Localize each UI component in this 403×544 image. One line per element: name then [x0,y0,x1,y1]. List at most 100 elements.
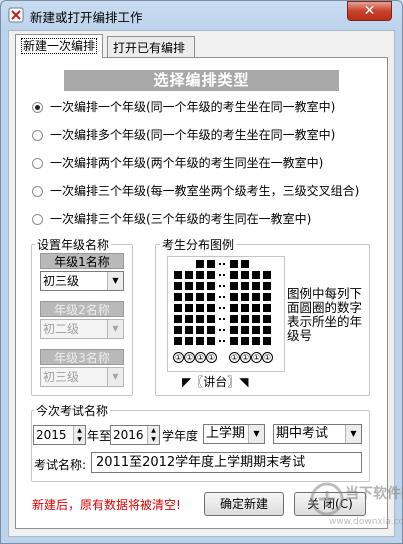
spinner-arrows-icon[interactable]: ▲ ▼ [73,426,85,444]
exam-type-value: 期中考试 [276,426,329,441]
close-button[interactable]: 关 闭(C) [294,492,366,516]
seat-number-label: ① [195,352,206,363]
year-suffix: 学年度 [162,429,199,443]
seat-mark [263,304,271,312]
seat-mark [241,293,249,301]
seat-mark [263,282,271,290]
window-title: 新建或打开编排工作 [30,10,143,25]
close-icon: ✕ [363,3,376,19]
seat-mark [174,282,182,290]
tab-label: 打开已有编排 [113,41,186,55]
seat-number-label: ① [262,352,273,363]
aisle-mark [219,285,225,289]
radio-option-1[interactable]: 一次编排一个年级(同一个年级的考生坐在同一教室中) [32,98,335,114]
close-window-button[interactable]: ✕ [347,1,392,21]
seat-mark [207,326,215,334]
seat-mark [241,315,249,323]
tab-open-arrangement[interactable]: 打开已有编排 [107,36,195,57]
year-from-spinner[interactable]: 2015 ▲ ▼ [33,425,86,445]
seat-mark [196,304,204,312]
seat-mark [196,282,204,290]
radio-option-3[interactable]: 一次编排两个年级(两个年级的考生同坐在一教室中) [32,154,323,170]
radio-option-2[interactable]: 一次编排多个年级(同一个年级的考生坐在同一教室中) [32,126,335,142]
grade1-value: 初三级 [43,274,80,288]
aisle-mark [219,274,225,278]
seat-mark [241,326,249,334]
radio-button[interactable] [32,214,43,225]
seat-mark [263,337,271,345]
grade1-label: 年级1名称 [40,253,124,269]
aisle-mark [219,263,225,267]
radio-label: 一次编排三个年级(每一教室坐两个级考生，三级交叉组合) [50,184,360,198]
radio-button[interactable] [32,186,43,197]
chevron-down-icon[interactable]: ▼ [107,368,123,386]
seat-mark [196,260,204,268]
grade2-select[interactable]: 初二级 ▼ [40,319,124,339]
seat-mark [207,271,215,279]
seat-mark [185,282,193,290]
seat-mark [230,271,238,279]
chevron-down-icon[interactable]: ▼ [248,425,264,443]
seat-mark [174,293,182,301]
seat-mark [241,337,249,345]
seat-mark [252,282,260,290]
year-to-spinner[interactable]: 2016 ▲ ▼ [110,425,160,445]
confirm-create-button[interactable]: 确定新建 [204,492,284,516]
seat-mark [230,282,238,290]
radio-label: 一次编排多个年级(同一个年级的考生坐在同一教室中) [50,128,336,142]
radio-label: 一次编排两个年级(两个年级的考生同坐在一教室中) [50,156,324,170]
chevron-down-icon[interactable]: ▼ [107,272,123,290]
seat-mark [252,326,260,334]
exam-name-input[interactable]: 2011至2012学年度上学期期末考试 [91,452,362,473]
seat-mark [185,293,193,301]
seat-mark [252,315,260,323]
seat-mark [241,271,249,279]
aisle-mark [219,318,225,322]
radio-button[interactable] [32,102,43,113]
seat-mark [241,260,249,268]
seat-mark [230,293,238,301]
year-to-value: 2016 [113,428,144,442]
seat-mark [207,293,215,301]
radio-button[interactable] [32,130,43,141]
tab-label: 新建一次编排 [21,38,98,54]
grade2-value: 初二级 [43,322,80,336]
grade3-select[interactable]: 初三级 ▼ [40,367,124,387]
seat-mark [263,271,271,279]
seat-mark [263,315,271,323]
seat-mark [185,271,193,279]
aisle-mark [219,340,225,344]
grade3-value: 初三级 [43,370,80,384]
chevron-down-icon[interactable]: ▼ [107,320,123,338]
spinner-arrows-icon[interactable]: ▲ ▼ [147,426,159,444]
radio-label: 一次编排一个年级(同一个年级的考生坐在同一教室中) [50,100,336,114]
seat-number-label: ① [184,352,195,363]
seat-mark [207,282,215,290]
seat-mark [252,304,260,312]
seat-number-label: ① [229,352,240,363]
seat-diagram: ①①①①①①①① [167,256,285,372]
seat-mark [196,326,204,334]
year-separator: 年至 [87,429,112,443]
seat-mark [230,260,238,268]
seat-mark [263,326,271,334]
seat-mark [196,271,204,279]
term-select[interactable]: 上学期 ▼ [203,424,265,444]
seat-mark [230,304,238,312]
seat-mark [241,282,249,290]
chevron-down-icon[interactable]: ▼ [345,425,361,443]
type-section-title: 选择编排类型 [64,70,339,91]
distribution-note: 图例中每列下面圆圈的数字表示所坐的年级号 [287,286,363,343]
seat-mark [252,337,260,345]
seat-mark [252,293,260,301]
radio-option-4[interactable]: 一次编排三个年级(每一教室坐两个级考生，三级交叉组合) [32,182,359,198]
radio-button[interactable] [32,158,43,169]
seat-mark [174,315,182,323]
seat-mark [263,293,271,301]
arrow-left-icon: ◤ [182,375,192,389]
grade1-select[interactable]: 初三级 ▼ [40,271,124,291]
seat-mark [185,337,193,345]
radio-option-5[interactable]: 一次编排三个年级(三个年级的考生同在一教室中) [32,210,311,226]
tab-new-arrangement[interactable]: 新建一次编排 [15,34,104,58]
exam-type-select[interactable]: 期中考试 ▼ [273,424,362,444]
